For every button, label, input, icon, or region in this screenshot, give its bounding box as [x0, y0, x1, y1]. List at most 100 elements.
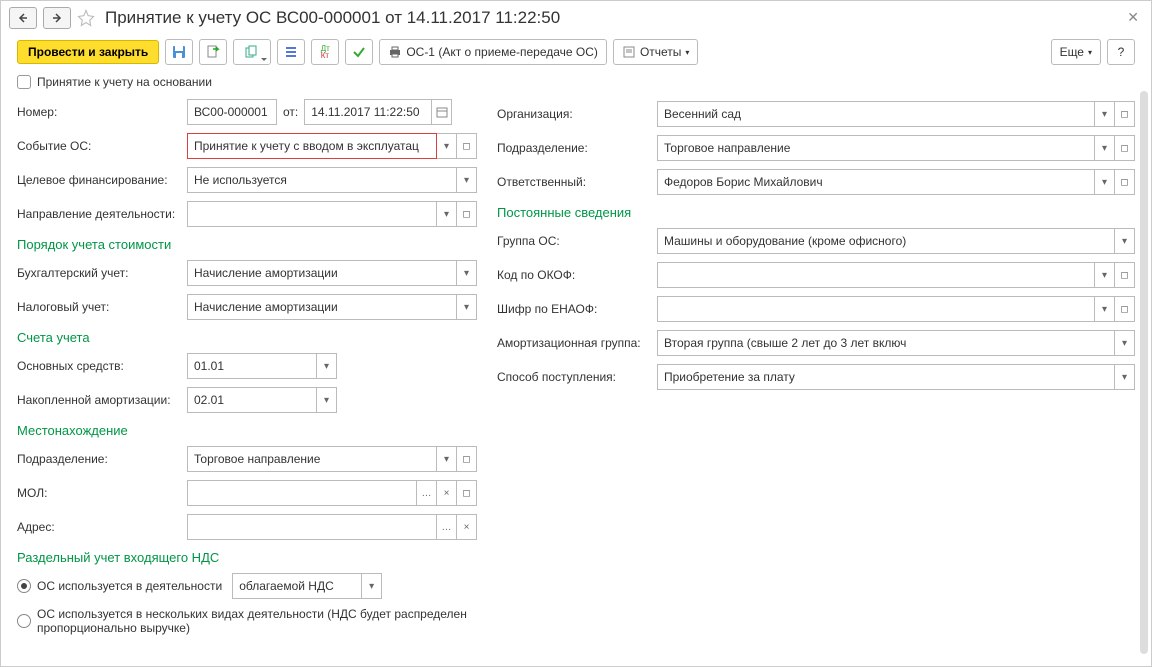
group-input[interactable]: Машины и оборудование (кроме офисного): [657, 228, 1115, 254]
close-button[interactable]: ✕: [1127, 9, 1139, 26]
org-input[interactable]: Весенний сад: [657, 101, 1095, 127]
documents-icon: [245, 45, 259, 59]
address-clear[interactable]: ×: [457, 514, 477, 540]
conduct-close-button[interactable]: Провести и закрыть: [17, 40, 159, 64]
main-window: Принятие к учету ОС ВС00-000001 от 14.11…: [0, 0, 1152, 667]
dtkt-button[interactable]: ДтКт: [311, 39, 339, 65]
nu-input[interactable]: Начисление амортизации: [187, 294, 457, 320]
diskette-icon: [172, 45, 186, 59]
dept-right-label: Подразделение:: [497, 141, 657, 155]
direction-open[interactable]: ◻: [457, 201, 477, 227]
receipt-dropdown[interactable]: ▾: [1115, 364, 1135, 390]
vat-option1-dropdown[interactable]: ▾: [362, 573, 382, 599]
mol-input[interactable]: [187, 480, 417, 506]
dept-right-open[interactable]: ◻: [1115, 135, 1135, 161]
address-label: Адрес:: [17, 520, 187, 534]
event-input[interactable]: Принятие к учету с вводом в эксплуатац: [187, 133, 437, 159]
bu-input[interactable]: Начисление амортизации: [187, 260, 457, 286]
page-title: Принятие к учету ОС ВС00-000001 от 14.11…: [105, 8, 560, 28]
vat-option1-radio[interactable]: [17, 579, 31, 593]
vat-option2-label: ОС используется в нескольких видах деяте…: [37, 607, 477, 635]
event-label: Событие ОС:: [17, 139, 187, 153]
dept-left-label: Подразделение:: [17, 452, 187, 466]
okof-input[interactable]: [657, 262, 1095, 288]
dept-right-dropdown[interactable]: ▾: [1095, 135, 1115, 161]
vat-option1-select[interactable]: облагаемой НДС: [232, 573, 362, 599]
enaof-input[interactable]: [657, 296, 1095, 322]
check-button[interactable]: [345, 39, 373, 65]
mol-clear[interactable]: ×: [437, 480, 457, 506]
left-column: Принятие к учету на основании Номер: ВС0…: [17, 75, 477, 644]
calendar-icon: [436, 106, 448, 118]
mol-select[interactable]: …: [417, 480, 437, 506]
amort-account-input[interactable]: 02.01: [187, 387, 317, 413]
event-open[interactable]: ◻: [457, 133, 477, 159]
reports-button[interactable]: Отчеты ▾: [613, 39, 699, 65]
conduct-button[interactable]: [199, 39, 227, 65]
acceptance-based-checkbox[interactable]: [17, 75, 31, 89]
section-perm-header: Постоянные сведения: [497, 205, 1135, 220]
bu-dropdown[interactable]: ▾: [457, 260, 477, 286]
mol-open[interactable]: ◻: [457, 480, 477, 506]
vat-option1-row: ОС используется в деятельности облагаемо…: [17, 573, 477, 599]
receipt-input[interactable]: Приобретение за плату: [657, 364, 1115, 390]
event-dropdown[interactable]: ▾: [437, 133, 457, 159]
enaof-dropdown[interactable]: ▾: [1095, 296, 1115, 322]
amort-group-dropdown[interactable]: ▾: [1115, 330, 1135, 356]
scrollbar[interactable]: [1139, 91, 1149, 654]
dept-left-input[interactable]: Торговое направление: [187, 446, 437, 472]
finance-dropdown[interactable]: ▾: [457, 167, 477, 193]
date-input[interactable]: 14.11.2017 11:22:50: [304, 99, 432, 125]
os-account-input[interactable]: 01.01: [187, 353, 317, 379]
structure-button[interactable]: [277, 39, 305, 65]
resp-input[interactable]: Федоров Борис Михайлович: [657, 169, 1095, 195]
scroll-thumb[interactable]: [1140, 91, 1148, 654]
resp-dropdown[interactable]: ▾: [1095, 169, 1115, 195]
calendar-button[interactable]: [432, 99, 452, 125]
toolbar: Провести и закрыть ДтКт ОС-1 (Акт о прие…: [1, 35, 1151, 75]
okof-open[interactable]: ◻: [1115, 262, 1135, 288]
enaof-open[interactable]: ◻: [1115, 296, 1135, 322]
amort-account-label: Накопленной амортизации:: [17, 393, 187, 407]
resp-open[interactable]: ◻: [1115, 169, 1135, 195]
finance-input[interactable]: Не используется: [187, 167, 457, 193]
more-button[interactable]: Еще ▾: [1051, 39, 1101, 65]
address-input[interactable]: [187, 514, 437, 540]
amort-group-input[interactable]: Вторая группа (свыше 2 лет до 3 лет вклю…: [657, 330, 1115, 356]
report-icon: [622, 45, 636, 59]
save-button[interactable]: [165, 39, 193, 65]
okof-label: Код по ОКОФ:: [497, 268, 657, 282]
dtkt-icon: ДтКт: [321, 45, 330, 59]
help-button[interactable]: ?: [1107, 39, 1135, 65]
number-input[interactable]: ВС00-000001: [187, 99, 277, 125]
arrow-left-icon: [18, 13, 28, 23]
more-label: Еще: [1060, 45, 1084, 59]
nav-back-button[interactable]: [9, 7, 37, 29]
favorite-star-icon[interactable]: [77, 9, 95, 27]
nav-forward-button[interactable]: [43, 7, 71, 29]
direction-input[interactable]: [187, 201, 437, 227]
section-accounts-header: Счета учета: [17, 330, 477, 345]
dept-right-input[interactable]: Торговое направление: [657, 135, 1095, 161]
print-button[interactable]: ОС-1 (Акт о приеме-передаче ОС): [379, 39, 607, 65]
dept-left-open[interactable]: ◻: [457, 446, 477, 472]
based-on-button[interactable]: [233, 39, 271, 65]
amort-account-dropdown[interactable]: ▾: [317, 387, 337, 413]
dept-left-dropdown[interactable]: ▾: [437, 446, 457, 472]
number-label: Номер:: [17, 105, 187, 119]
org-open[interactable]: ◻: [1115, 101, 1135, 127]
org-dropdown[interactable]: ▾: [1095, 101, 1115, 127]
receipt-label: Способ поступления:: [497, 370, 657, 384]
list-icon: [284, 45, 298, 59]
address-select[interactable]: …: [437, 514, 457, 540]
vat-option2-radio[interactable]: [17, 614, 31, 628]
arrow-right-icon: [52, 13, 62, 23]
org-label: Организация:: [497, 107, 657, 121]
group-dropdown[interactable]: ▾: [1115, 228, 1135, 254]
okof-dropdown[interactable]: ▾: [1095, 262, 1115, 288]
reports-label: Отчеты: [640, 45, 681, 59]
finance-label: Целевое финансирование:: [17, 173, 187, 187]
os-account-dropdown[interactable]: ▾: [317, 353, 337, 379]
nu-dropdown[interactable]: ▾: [457, 294, 477, 320]
direction-dropdown[interactable]: ▾: [437, 201, 457, 227]
